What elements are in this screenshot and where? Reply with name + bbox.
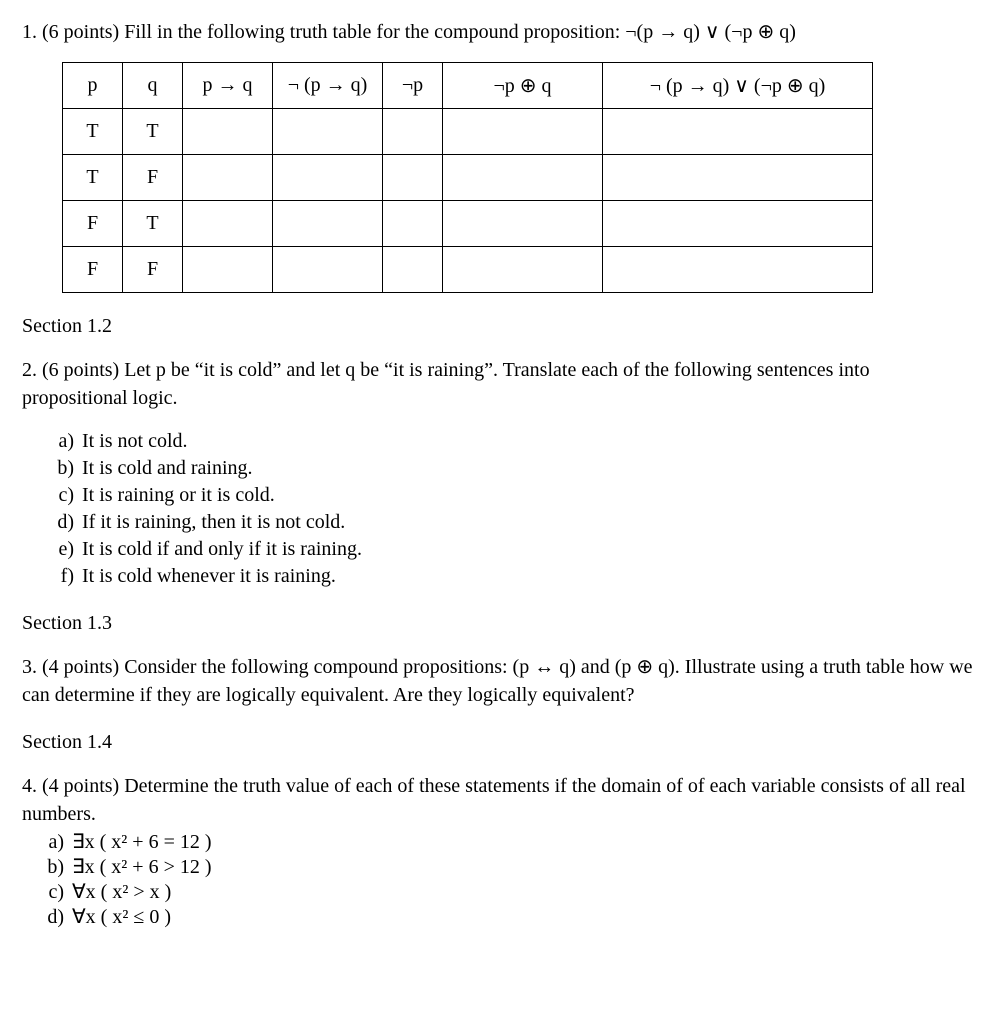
cell <box>273 155 383 201</box>
header-p-implies-q: p → q <box>183 63 273 109</box>
cell <box>443 247 603 293</box>
list-text: It is not cold. <box>82 428 188 455</box>
list-marker: c) <box>44 880 72 905</box>
question-4-prompt: 4. (4 points) Determine the truth value … <box>22 772 974 828</box>
section-1-2-header: Section 1.2 <box>22 315 974 338</box>
list-text: ∀x ( x² > x ) <box>72 880 171 905</box>
cell <box>183 247 273 293</box>
list-text: ∀x ( x² ≤ 0 ) <box>72 905 171 930</box>
header-not-p-xor-q: ¬p ⊕ q <box>443 63 603 109</box>
table-row: T F <box>63 155 873 201</box>
list-item: e) It is cold if and only if it is raini… <box>54 536 974 563</box>
cell: T <box>63 109 123 155</box>
list-marker: b) <box>54 455 82 482</box>
cell <box>273 247 383 293</box>
question-2-list: a) It is not cold. b) It is cold and rai… <box>54 428 974 590</box>
cell <box>183 155 273 201</box>
section-1-4-header: Section 1.4 <box>22 731 974 754</box>
list-item: a) ∃x ( x² + 6 = 12 ) <box>44 830 974 855</box>
cell <box>443 201 603 247</box>
list-marker: a) <box>54 428 82 455</box>
list-item: d) ∀x ( x² ≤ 0 ) <box>44 905 974 930</box>
list-marker: c) <box>54 482 82 509</box>
cell <box>183 201 273 247</box>
list-marker: a) <box>44 830 72 855</box>
cell <box>273 201 383 247</box>
question-4-list: a) ∃x ( x² + 6 = 12 ) b) ∃x ( x² + 6 > 1… <box>44 830 974 930</box>
cell: T <box>123 201 183 247</box>
cell <box>383 155 443 201</box>
cell <box>603 109 873 155</box>
cell <box>603 247 873 293</box>
list-marker: b) <box>44 855 72 880</box>
cell <box>383 247 443 293</box>
cell: F <box>123 155 183 201</box>
header-final: ¬ (p → q) ∨ (¬p ⊕ q) <box>603 63 873 109</box>
list-text: ∃x ( x² + 6 > 12 ) <box>72 855 212 880</box>
list-text: It is raining or it is cold. <box>82 482 275 509</box>
list-item: a) It is not cold. <box>54 428 974 455</box>
list-marker: d) <box>44 905 72 930</box>
cell <box>273 109 383 155</box>
list-text: If it is raining, then it is not cold. <box>82 509 345 536</box>
cell <box>443 109 603 155</box>
list-text: It is cold if and only if it is raining. <box>82 536 362 563</box>
list-text: It is cold and raining. <box>82 455 253 482</box>
header-not-p-implies-q: ¬ (p → q) <box>273 63 383 109</box>
cell: F <box>63 201 123 247</box>
truth-table: p q p → q ¬ (p → q) ¬p ¬p ⊕ q ¬ (p → q) … <box>62 62 873 293</box>
question-2: 2. (6 points) Let p be “it is cold” and … <box>22 356 974 590</box>
list-item: b) It is cold and raining. <box>54 455 974 482</box>
question-2-prompt: 2. (6 points) Let p be “it is cold” and … <box>22 356 974 412</box>
cell <box>183 109 273 155</box>
list-item: b) ∃x ( x² + 6 > 12 ) <box>44 855 974 880</box>
question-1-prompt: 1. (6 points) Fill in the following trut… <box>22 18 974 46</box>
cell <box>603 155 873 201</box>
list-text: It is cold whenever it is raining. <box>82 563 336 590</box>
table-row: T T <box>63 109 873 155</box>
cell: F <box>123 247 183 293</box>
header-not-p: ¬p <box>383 63 443 109</box>
cell: T <box>63 155 123 201</box>
question-3-prompt: 3. (4 points) Consider the following com… <box>22 653 974 709</box>
table-row: F T <box>63 201 873 247</box>
header-p: p <box>63 63 123 109</box>
header-q: q <box>123 63 183 109</box>
list-marker: f) <box>54 563 82 590</box>
list-marker: d) <box>54 509 82 536</box>
list-marker: e) <box>54 536 82 563</box>
table-row: F F <box>63 247 873 293</box>
section-1-3-header: Section 1.3 <box>22 612 974 635</box>
question-4: 4. (4 points) Determine the truth value … <box>22 772 974 930</box>
cell <box>383 109 443 155</box>
list-item: c) It is raining or it is cold. <box>54 482 974 509</box>
cell: F <box>63 247 123 293</box>
cell <box>603 201 873 247</box>
list-text: ∃x ( x² + 6 = 12 ) <box>72 830 212 855</box>
list-item: d) If it is raining, then it is not cold… <box>54 509 974 536</box>
list-item: c) ∀x ( x² > x ) <box>44 880 974 905</box>
table-header-row: p q p → q ¬ (p → q) ¬p ¬p ⊕ q ¬ (p → q) … <box>63 63 873 109</box>
list-item: f) It is cold whenever it is raining. <box>54 563 974 590</box>
cell: T <box>123 109 183 155</box>
question-3: 3. (4 points) Consider the following com… <box>22 653 974 709</box>
cell <box>443 155 603 201</box>
cell <box>383 201 443 247</box>
question-1: 1. (6 points) Fill in the following trut… <box>22 18 974 293</box>
